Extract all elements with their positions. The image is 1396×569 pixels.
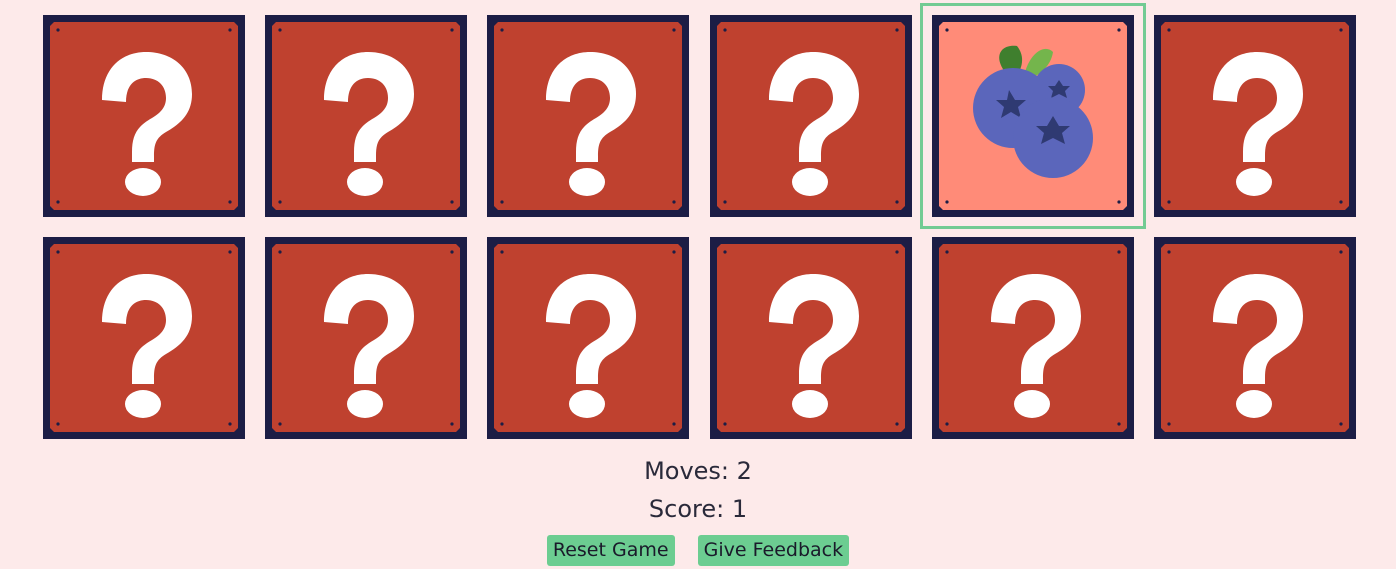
score-value: 1 [731, 495, 748, 523]
score-counter: Score: 1 [0, 490, 1396, 528]
question-mark-icon [546, 52, 636, 196]
game-board [0, 0, 1396, 450]
memory-card-hidden[interactable] [43, 237, 245, 439]
question-mark-icon [324, 52, 414, 196]
memory-card-hidden[interactable] [43, 15, 245, 217]
card-face [939, 244, 1127, 432]
card-face [50, 22, 238, 210]
score-label: Score: [648, 495, 732, 523]
button-bar: Reset Game Give Feedback [0, 535, 1396, 566]
question-mark-icon [769, 274, 859, 418]
give-feedback-button[interactable]: Give Feedback [697, 535, 850, 566]
memory-card-hidden[interactable] [932, 237, 1134, 439]
memory-card-hidden[interactable] [1154, 237, 1356, 439]
card-face [494, 22, 682, 210]
reset-game-button[interactable]: Reset Game [546, 535, 675, 566]
memory-card-hidden[interactable] [710, 237, 912, 439]
question-mark-icon [102, 274, 192, 418]
question-mark-icon [324, 274, 414, 418]
memory-card-revealed[interactable] [920, 3, 1146, 229]
memory-card-hidden[interactable] [710, 15, 912, 217]
question-mark-icon [1213, 52, 1303, 196]
question-mark-icon [546, 274, 636, 418]
card-face [939, 22, 1127, 210]
question-mark-icon [1213, 274, 1303, 418]
memory-card-hidden[interactable] [265, 237, 467, 439]
memory-card-hidden[interactable] [265, 15, 467, 217]
question-mark-icon [769, 52, 859, 196]
card-face [272, 244, 460, 432]
card-face [1161, 22, 1349, 210]
card-face [1161, 244, 1349, 432]
question-mark-icon [102, 52, 192, 196]
game-info: Moves: 2 Score: 1 [0, 452, 1396, 528]
card-face [272, 22, 460, 210]
card-face [717, 244, 905, 432]
card-face [494, 244, 682, 432]
memory-card-hidden[interactable] [1154, 15, 1356, 217]
memory-card-hidden[interactable] [487, 15, 689, 217]
moves-value: 2 [736, 457, 752, 485]
moves-counter: Moves: 2 [0, 452, 1396, 490]
blueberries-icon [973, 46, 1093, 178]
question-mark-icon [991, 274, 1081, 418]
card-face [50, 244, 238, 432]
memory-card-hidden[interactable] [487, 237, 689, 439]
moves-label: Moves: [644, 457, 737, 485]
card-face [717, 22, 905, 210]
